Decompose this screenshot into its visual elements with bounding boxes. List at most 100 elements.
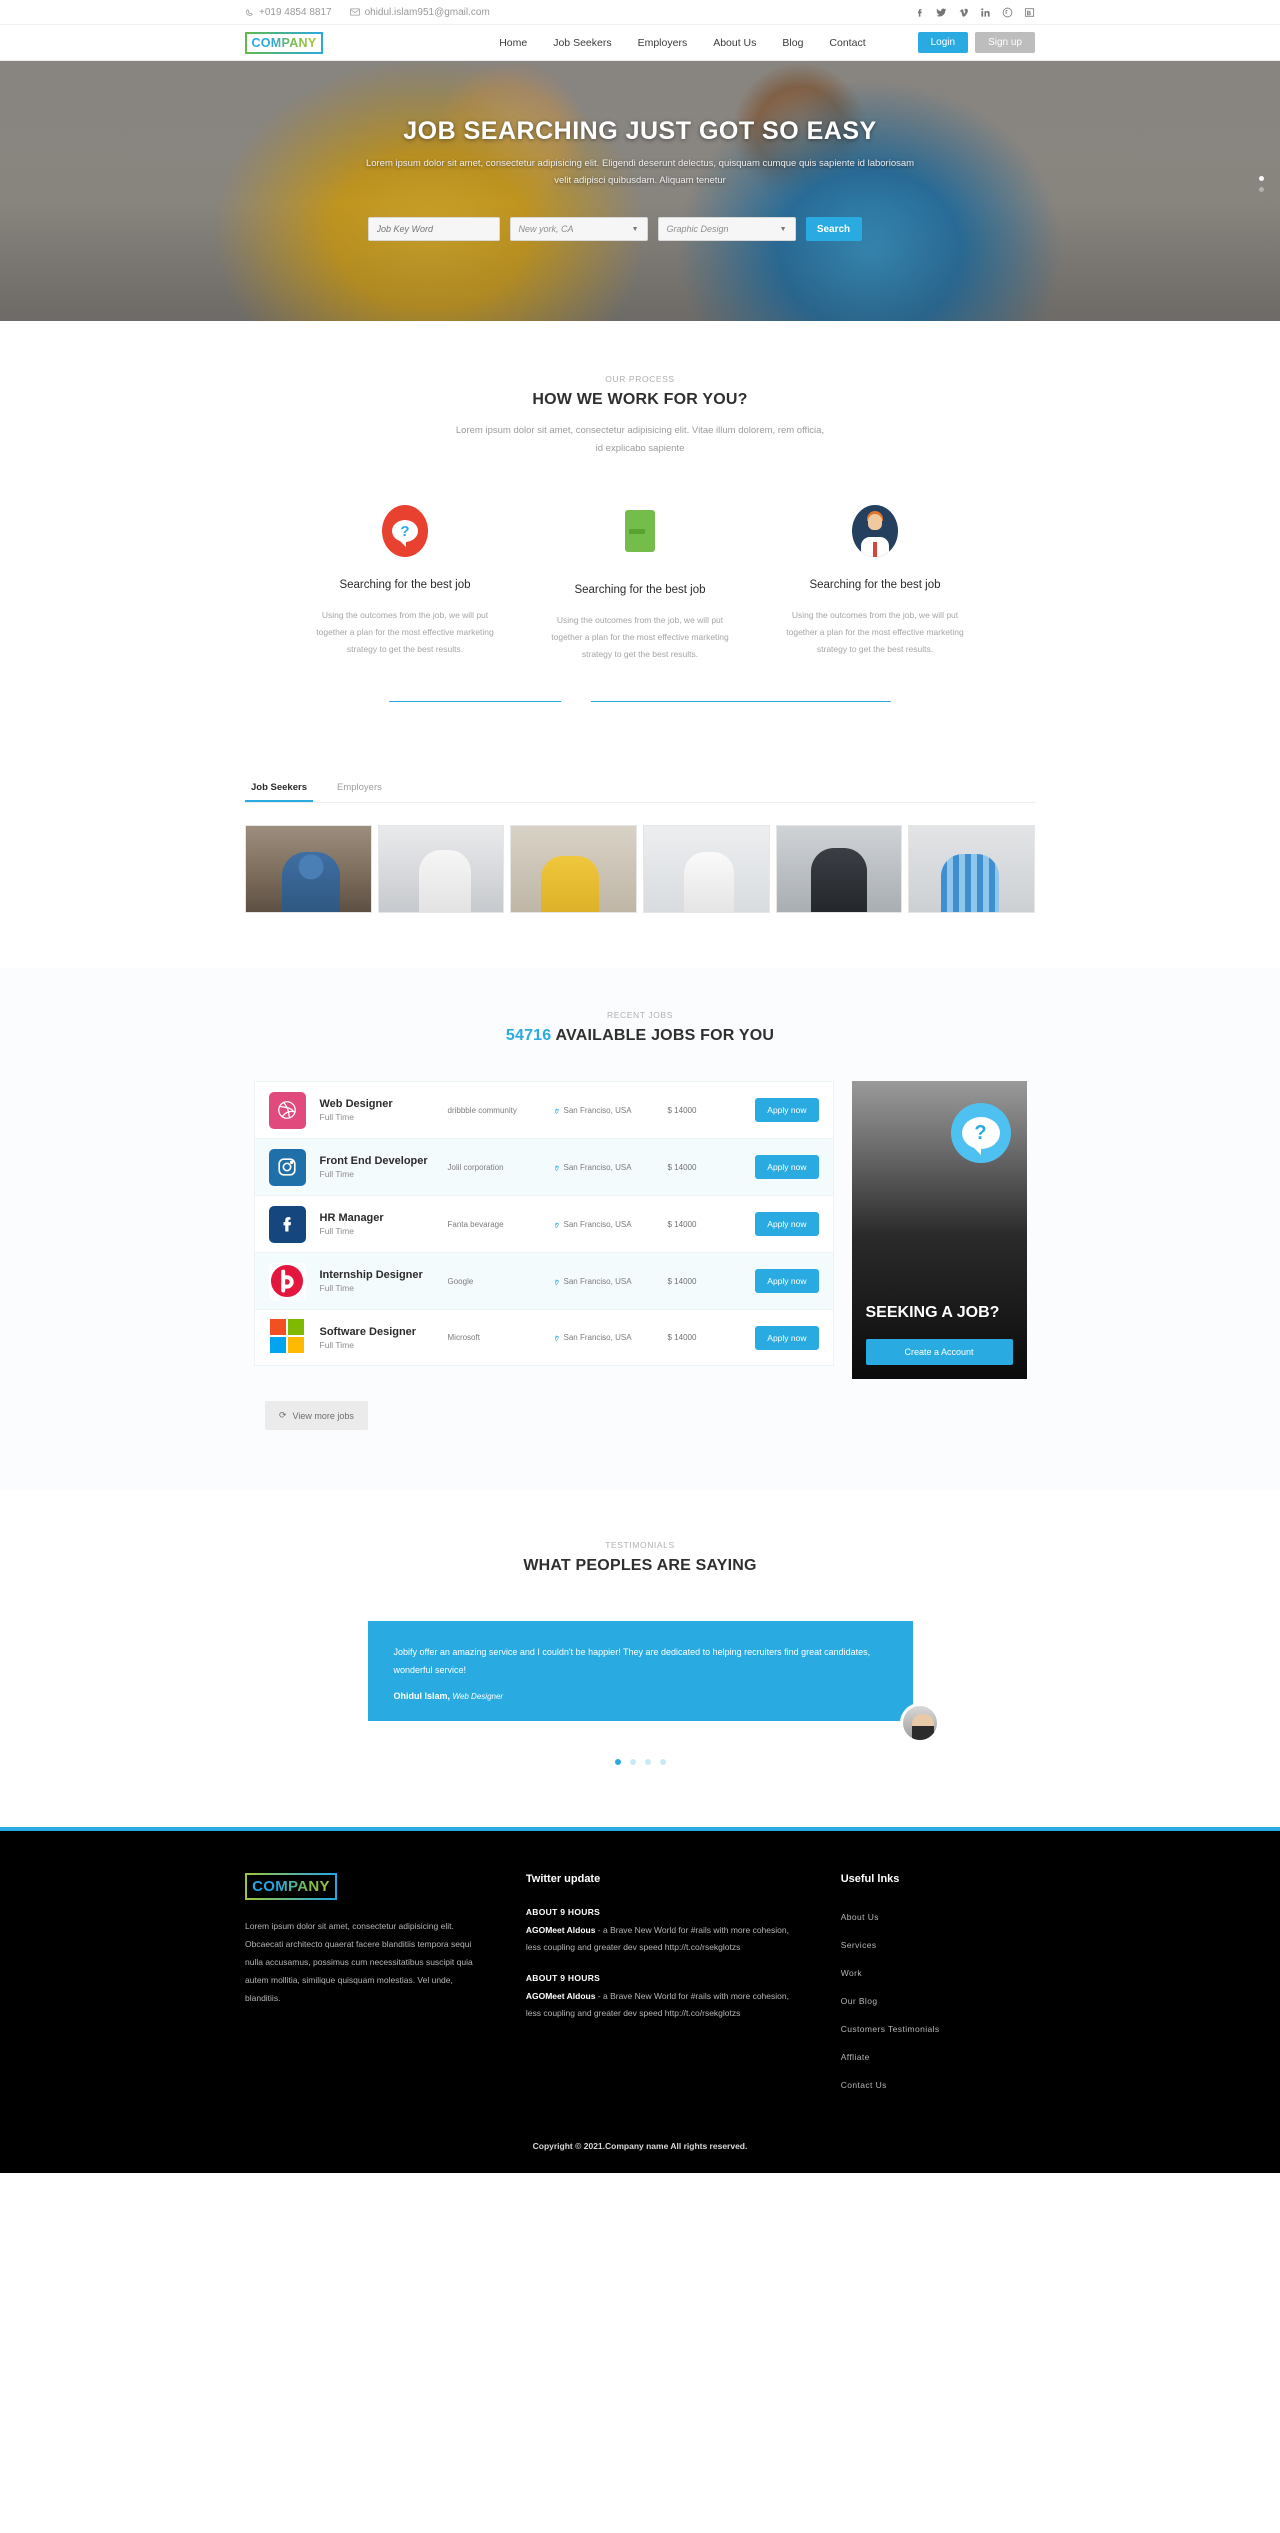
phone-contact[interactable]: +019 4854 8817	[245, 7, 332, 18]
seeking-job-title: SEEKING A JOB?	[865, 1304, 1000, 1322]
apply-now-button[interactable]: Apply now	[755, 1269, 819, 1294]
location-pin-icon	[554, 1335, 559, 1342]
nav-menu: Home Job Seekers Employers About Us Blog…	[499, 32, 1035, 53]
gallery-photo[interactable]	[775, 825, 903, 914]
tweet-handle[interactable]: AGOMeet Aldous	[526, 1925, 596, 1935]
nav-item-job-seekers[interactable]: Job Seekers	[553, 37, 611, 49]
refresh-icon: ⟳	[279, 1410, 287, 1421]
hero-dot-2[interactable]	[1259, 187, 1264, 192]
view-more-jobs-button[interactable]: ⟳ View more jobs	[265, 1401, 368, 1431]
linkedin-icon[interactable]	[980, 7, 991, 18]
nav-item-home[interactable]: Home	[499, 37, 527, 49]
testimonial-quote: Jobify offer an amazing service and I co…	[393, 1647, 871, 1676]
gallery-photo[interactable]	[377, 825, 505, 914]
table-row[interactable]: Web Designer Full Time dribbble communit…	[253, 1081, 834, 1139]
footer-link-our-blog[interactable]: Our Blog	[841, 1996, 878, 2006]
testimonial-author: Ohidul Islam, Web Designer	[394, 1691, 887, 1701]
recent-jobs-section: RECENT JOBS 54716 AVAILABLE JOBS FOR YOU…	[0, 968, 1280, 1491]
table-row[interactable]: Internship Designer Full Time Google San…	[253, 1252, 834, 1310]
testimonials-title: WHAT PEOPLES ARE SAYING	[523, 1557, 757, 1575]
search-category-select[interactable]: Graphic Design ▼	[657, 217, 796, 242]
vimeo-icon[interactable]	[958, 7, 969, 18]
footer-logo-text: COMPANY	[252, 1878, 330, 1896]
job-title: Internship Designer	[319, 1269, 423, 1282]
apply-now-button[interactable]: Apply now	[755, 1155, 819, 1180]
job-type: Full Time	[319, 1283, 354, 1294]
process-card-text: Using the outcomes from the job, we will…	[316, 610, 494, 655]
apply-now-button[interactable]: Apply now	[755, 1098, 819, 1123]
tab-employers[interactable]: Employers	[331, 782, 388, 802]
process-lead-line1: Lorem ipsum dolor sit amet, consectetur …	[455, 425, 825, 436]
chevron-down-icon: ▼	[779, 225, 787, 233]
signup-button[interactable]: Sign up	[975, 32, 1035, 53]
footer-link-work[interactable]: Work	[841, 1968, 862, 1978]
tab-job-seekers[interactable]: Job Seekers	[245, 782, 313, 803]
chevron-down-icon: ▼	[631, 225, 639, 233]
facebook-icon	[268, 1205, 306, 1243]
facebook-icon[interactable]	[914, 7, 925, 18]
table-row[interactable]: Software Designer Full Time Microsoft Sa…	[253, 1309, 834, 1367]
nav-item-contact[interactable]: Contact	[829, 37, 865, 49]
tweet-time: ABOUT 9 HOURS	[525, 1973, 601, 1984]
footer-link-customers-testimonials[interactable]: Customers Testimonials	[841, 2024, 940, 2034]
tweet-time: ABOUT 9 HOURS	[525, 1907, 601, 1918]
testimonial-dot-2[interactable]	[629, 1759, 636, 1766]
process-card-title: Searching for the best job	[339, 579, 471, 592]
job-title: Web Designer	[319, 1098, 393, 1111]
nav-item-about-us[interactable]: About Us	[713, 37, 756, 49]
testimonial-dot-4[interactable]	[659, 1759, 666, 1766]
site-logo[interactable]: COMPANY	[245, 31, 323, 54]
email-address: ohidul.islam951@gmail.com	[364, 6, 490, 18]
login-button[interactable]: Login	[917, 32, 969, 53]
instagram-icon	[268, 1148, 306, 1186]
job-company: dribbble community	[447, 1105, 517, 1115]
list-item: Affliate	[841, 2047, 1035, 2065]
search-button[interactable]: Search	[805, 217, 862, 242]
footer-link-contact-us[interactable]: Contact Us	[841, 2080, 887, 2090]
job-salary: $ 14000	[667, 1333, 697, 1343]
email-contact[interactable]: ohidul.islam951@gmail.com	[349, 6, 490, 18]
footer-logo[interactable]: COMPANY	[245, 1873, 337, 1901]
job-location: San Franciso, USA	[553, 1106, 668, 1115]
apply-now-button[interactable]: Apply now	[755, 1325, 819, 1350]
testimonial-dot-3[interactable]	[644, 1759, 651, 1766]
process-card: Searching for the best job Using the out…	[523, 505, 758, 663]
testimonials-section: TESTIMONIALS WHAT PEOPLES ARE SAYING Job…	[0, 1490, 1280, 1828]
gallery-photo[interactable]	[908, 825, 1036, 914]
create-account-button[interactable]: Create a Account	[865, 1339, 1013, 1366]
question-bubble-icon: ?	[950, 1103, 1011, 1164]
jobs-title: 54716 AVAILABLE JOBS FOR YOU	[0, 1027, 1280, 1045]
tweet-item: ABOUT 9 HOURS AGOMeet Aldous - a Brave N…	[526, 1973, 803, 2021]
pinterest-icon[interactable]	[1002, 7, 1013, 18]
hero-title: JOB SEARCHING JUST GOT SO EASY	[403, 117, 877, 145]
dribbble-icon	[268, 1091, 306, 1129]
job-title: HR Manager	[319, 1212, 384, 1225]
hero-dot-1[interactable]	[1259, 176, 1264, 181]
site-footer: COMPANY Lorem ipsum dolor sit amet, cons…	[0, 1827, 1280, 2174]
testimonial-dot-1[interactable]	[614, 1759, 621, 1766]
footer-link-affliate[interactable]: Affliate	[841, 2052, 870, 2062]
gallery-photo[interactable]	[245, 825, 372, 914]
search-keyword-input[interactable]	[367, 217, 500, 242]
nav-item-employers[interactable]: Employers	[638, 37, 688, 49]
gallery-photo[interactable]	[510, 825, 638, 914]
search-location-select[interactable]: New york, CA ▼	[509, 217, 648, 242]
job-title-group: Front End Developer Full Time	[320, 1155, 448, 1179]
footer-link-services[interactable]: Services	[841, 1940, 877, 1950]
table-row[interactable]: HR Manager Full Time Fanta bevarage San …	[253, 1195, 834, 1253]
twitter-icon[interactable]	[936, 7, 947, 18]
copyright-text: Copyright © 2021.Company name All rights…	[532, 2141, 748, 2152]
footer-link-about-us[interactable]: About Us	[841, 1912, 879, 1922]
apply-now-button[interactable]: Apply now	[755, 1212, 819, 1237]
process-card-text: Using the outcomes from the job, we will…	[786, 610, 964, 655]
tweet-body: AGOMeet Aldous - a Brave New World for #…	[526, 1922, 803, 1955]
tweet-handle[interactable]: AGOMeet Aldous	[526, 1991, 596, 2001]
table-row[interactable]: Front End Developer Full Time Jolil corp…	[253, 1138, 834, 1196]
footer-about-text: Lorem ipsum dolor sit amet, consectetur …	[245, 1921, 473, 2003]
behance-icon[interactable]	[1024, 7, 1035, 18]
job-salary: $ 14000	[667, 1162, 697, 1172]
gallery-photo[interactable]	[643, 825, 770, 914]
social-links	[914, 7, 1035, 18]
process-title: HOW WE WORK FOR YOU?	[532, 391, 748, 408]
nav-item-blog[interactable]: Blog	[782, 37, 803, 49]
